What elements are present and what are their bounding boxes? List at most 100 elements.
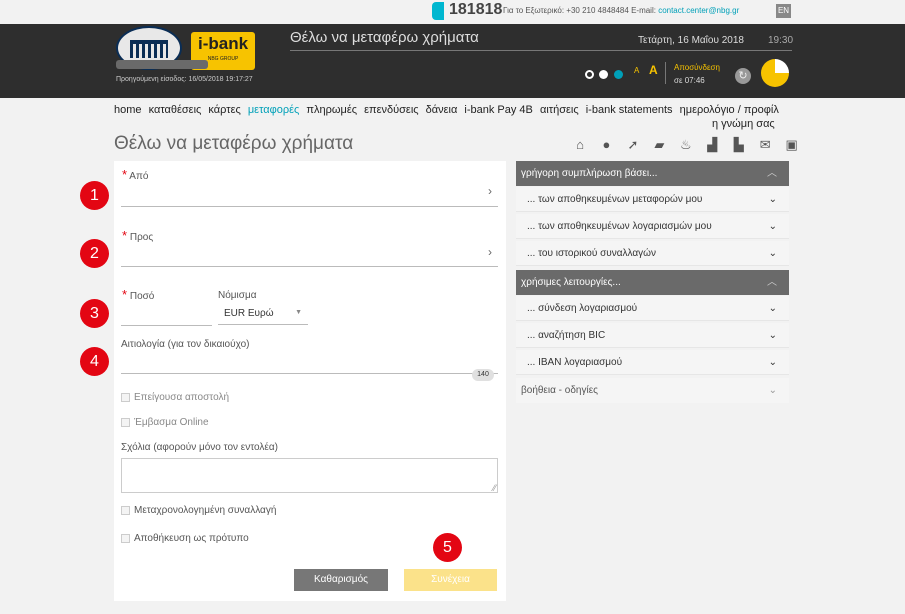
online-remittance-label: Έμβασμα Online (134, 417, 209, 428)
menu-item-feedback[interactable]: η γνώμη σας (712, 118, 775, 130)
clear-button[interactable]: Καθαρισμός (294, 569, 388, 591)
card-icon[interactable]: ▰ (651, 137, 667, 153)
sidebar-item-history[interactable]: ... του ιστορικού συναλλαγών ⌄ (516, 241, 789, 266)
amount-input[interactable] (121, 302, 212, 326)
money-bag-icon[interactable]: ♨ (678, 137, 694, 153)
sidebar-item-iban[interactable]: ... IBAN λογαριασμού ⌄ (516, 350, 789, 375)
comments-label: Σχόλια (αφορούν μόνο τον εντολέα) (121, 442, 278, 453)
sidebar-group-useful-functions-label: χρήσιμες λειτουργίες... (521, 277, 621, 288)
postdated-checkbox[interactable] (121, 506, 130, 515)
menu-item-transfers[interactable]: μεταφορές (248, 104, 300, 116)
resize-handle-icon[interactable]: ⁄⁄ (493, 483, 496, 493)
user-name-blurred (116, 60, 208, 69)
sidebar-item-saved-transfers[interactable]: ... των αποθηκευμένων μεταφορών μου ⌄ (516, 187, 789, 212)
sidebar-item-link-account[interactable]: ... σύνδεση λογαριασμού ⌄ (516, 296, 789, 321)
session-pie-icon (761, 59, 789, 87)
theme-dots (585, 66, 624, 84)
chevron-down-icon: ⌄ (768, 385, 777, 396)
urgent-checkbox[interactable] (121, 393, 130, 402)
sidebar-group-quick-fill-label: γρήγορη συμπλήρωση βάσει... (521, 168, 658, 179)
chart-growth-icon[interactable]: ▙ (731, 137, 747, 153)
menu-item-applications[interactable]: αιτήσεις (540, 104, 579, 116)
from-label: * Από (122, 167, 148, 182)
menu-item-deposits[interactable]: καταθέσεις (149, 104, 202, 116)
menu-item-calendar-profile[interactable]: ημερολόγιο / προφίλ (680, 104, 779, 116)
to-chevron-icon[interactable]: › (488, 245, 492, 259)
main-menu: home καταθέσεις κάρτες μεταφορές πληρωμέ… (114, 104, 783, 116)
header-time: 19:30 (768, 35, 794, 46)
header: i-bank NBG GROUP Θέλω να μεταφέρω χρήματ… (0, 24, 905, 98)
home-icon[interactable]: ⌂ (572, 137, 588, 153)
save-template-checkbox[interactable] (121, 534, 130, 543)
header-divider (290, 50, 792, 51)
sidebar-group-quick-fill[interactable]: γρήγορη συμπλήρωση βάσει... ︿ (516, 161, 789, 186)
email-link[interactable]: contact.center@nbg.gr (658, 6, 739, 15)
ibank-logo-text: i-bank (197, 34, 249, 53)
font-size-small[interactable]: A (634, 66, 639, 75)
menu-item-pay4b[interactable]: i-bank Pay 4B (464, 104, 532, 116)
menu-item-investments[interactable]: επενδύσεις (364, 104, 418, 116)
comments-textarea[interactable]: ⁄⁄ (121, 458, 498, 493)
dropdown-arrow-icon: ▼ (295, 309, 302, 316)
sidebar-item-link-account-label: ... σύνδεση λογαριασμού (527, 303, 638, 314)
theme-dot-light[interactable] (599, 70, 609, 79)
sidebar-item-saved-accounts[interactable]: ... των αποθηκευμένων λογαριασμών μου ⌄ (516, 214, 789, 239)
menu-item-cards[interactable]: κάρτες (208, 104, 240, 116)
from-field[interactable] (121, 206, 498, 207)
menu-item-statements[interactable]: i-bank statements (586, 104, 673, 116)
currency-value: EUR Ευρώ (224, 308, 274, 319)
currency-select[interactable]: EUR Ευρώ ▼ (218, 306, 308, 325)
hotline-number: 181818 (449, 1, 503, 18)
required-mark: * (122, 287, 128, 302)
step-marker-3: 3 (80, 299, 109, 328)
logout-link[interactable]: Αποσύνδεση (674, 63, 720, 72)
header-separator (665, 62, 666, 84)
contact-card-icon[interactable]: ▣ (784, 137, 800, 153)
chevron-down-icon: ⌄ (768, 194, 777, 205)
from-chevron-icon[interactable]: › (488, 184, 492, 198)
urgent-label: Επείγουσα αποστολή (134, 392, 230, 403)
continue-button[interactable]: Συνέχεια (404, 569, 497, 591)
sidebar-item-saved-accounts-label: ... των αποθηκευμένων λογαριασμών μου (527, 221, 712, 232)
language-button[interactable]: EN (776, 4, 791, 18)
theme-dot-dark[interactable] (585, 70, 594, 79)
sidebar-item-history-label: ... του ιστορικού συναλλαγών (527, 248, 656, 259)
to-field[interactable] (121, 266, 498, 267)
sidebar-group-useful-functions[interactable]: χρήσιμες λειτουργίες... ︿ (516, 270, 789, 295)
to-label-text: Προς (129, 232, 154, 243)
step-marker-4: 4 (80, 347, 109, 376)
chevron-down-icon: ⌄ (768, 221, 777, 232)
menu-item-loans[interactable]: δάνεια (426, 104, 458, 116)
to-label: * Προς (122, 228, 153, 243)
sidebar-item-help[interactable]: βοήθεια - οδηγίες ⌄ (516, 378, 789, 403)
online-remittance-checkbox[interactable] (121, 418, 130, 427)
refresh-icon[interactable]: ↻ (735, 68, 751, 84)
bank-building-icon (130, 40, 168, 58)
chevron-down-icon: ⌄ (768, 248, 777, 259)
chart-icon[interactable]: ▟ (704, 137, 720, 153)
menu-item-home[interactable]: home (114, 104, 142, 116)
sidebar-item-bic-search-label: ... αναζήτηση BIC (527, 330, 606, 341)
quick-tools: ⌂ ● ➚ ▰ ♨ ▟ ▙ ✉ ▣ (572, 136, 806, 154)
theme-dot-blue[interactable] (613, 70, 623, 79)
reason-field[interactable] (121, 373, 498, 374)
message-icon[interactable]: ✉ (757, 137, 773, 153)
page-title: Θέλω να μεταφέρω χρήματα (114, 133, 354, 154)
amount-label-text: Ποσό (129, 291, 155, 302)
transfer-arrow-icon[interactable]: ➚ (625, 137, 641, 153)
currency-label: Νόμισμα (218, 290, 257, 301)
euro-icon[interactable]: ● (598, 137, 614, 153)
chevron-up-icon: ︿ (767, 277, 777, 288)
postdated-label: Μεταχρονολογημένη συναλλαγή (134, 505, 277, 516)
step-marker-5: 5 (433, 533, 462, 562)
chevron-down-icon: ⌄ (768, 357, 777, 368)
character-counter: 140 (472, 369, 494, 381)
abroad-contact: Για το Εξωτερικό: +30 210 4848484 E-mail… (503, 6, 739, 15)
font-size-large[interactable]: A (649, 63, 658, 77)
top-bar: 181818 Για το Εξωτερικό: +30 210 4848484… (0, 0, 905, 24)
reason-label: Αιτιολογία (για τον δικαιούχο) (121, 339, 250, 350)
sidebar-item-bic-search[interactable]: ... αναζήτηση BIC ⌄ (516, 323, 789, 348)
menu-item-payments[interactable]: πληρωμές (306, 104, 357, 116)
required-mark: * (122, 228, 128, 243)
sidebar-item-iban-label: ... IBAN λογαριασμού (527, 357, 623, 368)
